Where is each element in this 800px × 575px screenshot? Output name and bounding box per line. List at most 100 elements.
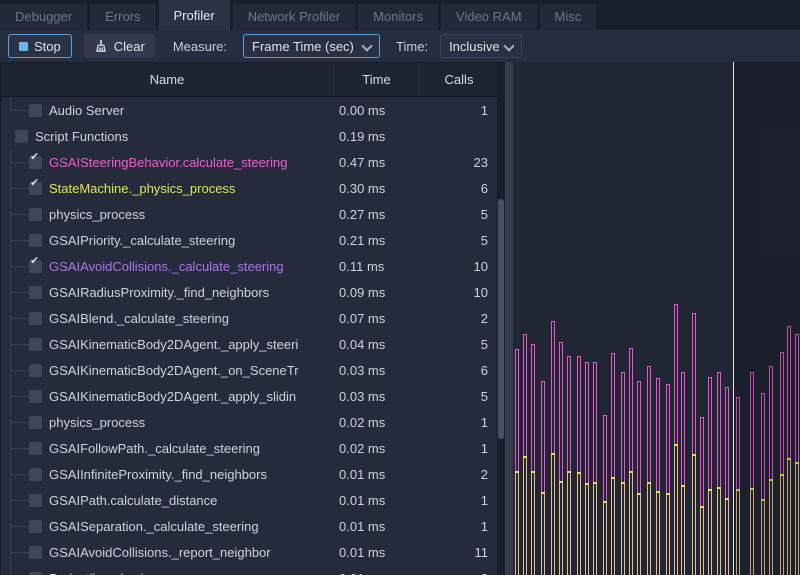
row-checkbox[interactable]	[29, 494, 42, 507]
table-row[interactable]: physics_process0.02 ms1	[1, 409, 497, 435]
tree-guide	[10, 110, 29, 111]
table-row[interactable]: GSAIInfiniteProximity._find_neighbors0.0…	[1, 461, 497, 487]
tree-guide	[10, 97, 11, 110]
table-row[interactable]: GSAIKinematicBody2DAgent._apply_steeri0.…	[1, 331, 497, 357]
row-checkbox[interactable]	[29, 182, 42, 195]
tab-misc[interactable]: Misc	[540, 4, 597, 30]
row-calls: 23	[419, 155, 497, 170]
row-calls: 10	[419, 285, 497, 300]
table-row[interactable]: GSAIKinematicBody2DAgent._on_SceneTr0.03…	[1, 357, 497, 383]
table-row[interactable]: GSAIKinematicBody2DAgent._apply_slidin0.…	[1, 383, 497, 409]
measure-dropdown[interactable]: Frame Time (sec)	[243, 34, 380, 58]
graph-bar	[656, 378, 660, 575]
row-checkbox[interactable]	[29, 338, 42, 351]
table-row[interactable]: GSAIPriority._calculate_steering0.21 ms5	[1, 227, 497, 253]
table-row[interactable]: GSAIBlend._calculate_steering0.07 ms2	[1, 305, 497, 331]
row-checkbox[interactable]	[29, 234, 42, 247]
row-checkbox[interactable]	[29, 520, 42, 533]
row-calls: 1	[419, 415, 497, 430]
row-name: Script Functions	[35, 129, 128, 144]
row-time: 0.03 ms	[333, 363, 419, 378]
row-checkbox[interactable]	[15, 130, 28, 143]
table-header: Name Time Calls	[1, 63, 497, 97]
row-checkbox[interactable]	[29, 156, 42, 169]
row-checkbox[interactable]	[29, 390, 42, 403]
panel-splitter[interactable]	[505, 62, 513, 575]
row-calls: 5	[419, 233, 497, 248]
row-checkbox[interactable]	[29, 260, 42, 273]
row-checkbox[interactable]	[29, 442, 42, 455]
time-label: Time:	[396, 39, 428, 54]
row-name: GSAIAvoidCollisions._report_neighbor	[49, 545, 271, 560]
graph-bar	[717, 372, 721, 575]
tree-guide	[10, 422, 29, 423]
header-time[interactable]: Time	[333, 63, 419, 96]
table-row[interactable]: GSAISeparation._calculate_steering0.01 m…	[1, 513, 497, 539]
tree-guide	[10, 370, 29, 371]
tree-guide	[10, 448, 29, 449]
table-row[interactable]: GSAIAvoidCollisions._report_neighbor0.01…	[1, 539, 497, 565]
table-row[interactable]: GSAIRadiusProximity._find_neighbors0.09 …	[1, 279, 497, 305]
tab-video-ram[interactable]: Video RAM	[441, 4, 537, 30]
measure-dropdown-value: Frame Time (sec)	[252, 39, 354, 54]
row-time: 0.01 ms	[333, 467, 419, 482]
header-name[interactable]: Name	[1, 63, 333, 96]
tree-guide	[10, 240, 29, 241]
tab-errors[interactable]: Errors	[90, 4, 155, 30]
row-time: 0.03 ms	[333, 389, 419, 404]
row-checkbox[interactable]	[29, 572, 42, 575]
graph-bar	[531, 344, 535, 575]
row-calls: 2	[419, 467, 497, 482]
clear-button-label: Clear	[114, 39, 145, 54]
tab-debugger[interactable]: Debugger	[0, 4, 87, 30]
time-dropdown[interactable]: Inclusive	[440, 34, 522, 58]
row-checkbox[interactable]	[29, 104, 42, 117]
row-checkbox[interactable]	[29, 364, 42, 377]
graph-bar	[725, 387, 729, 575]
vertical-scrollbar[interactable]	[498, 199, 504, 439]
graph-bar	[637, 381, 641, 575]
row-time: 0.01 ms	[333, 571, 419, 575]
row-calls: 6	[419, 181, 497, 196]
graph-bar	[577, 356, 581, 575]
row-checkbox[interactable]	[29, 286, 42, 299]
row-calls: 11	[419, 545, 497, 560]
tree-guide	[10, 318, 29, 319]
row-calls: 10	[419, 259, 497, 274]
clear-button[interactable]: Clear	[84, 34, 155, 58]
measure-label: Measure:	[173, 39, 227, 54]
tab-monitors[interactable]: Monitors	[358, 4, 438, 30]
tree-guide	[10, 344, 29, 345]
table-row[interactable]: GSAIPath.calculate_distance0.01 ms1	[1, 487, 497, 513]
table-row[interactable]: physics_process0.27 ms5	[1, 201, 497, 227]
row-name: StateMachine._physics_process	[49, 181, 235, 196]
table-row[interactable]: Script Functions0.19 ms	[1, 123, 497, 149]
row-time: 0.01 ms	[333, 493, 419, 508]
table-row[interactable]: Audio Server0.00 ms1	[1, 97, 497, 123]
row-name: GSAIKinematicBody2DAgent._apply_steeri	[49, 337, 298, 352]
stop-button[interactable]: Stop	[8, 34, 72, 58]
row-calls: 5	[419, 389, 497, 404]
table-row[interactable]: Projectile._physics_process0.01 ms2	[1, 565, 497, 575]
table-row[interactable]: GSAIFollowPath._calculate_steering0.02 m…	[1, 435, 497, 461]
graph-bar	[647, 366, 651, 575]
table-row[interactable]: GSAISteeringBehavior.calculate_steering0…	[1, 149, 497, 175]
graph-bar	[559, 342, 563, 575]
stop-button-label: Stop	[34, 39, 61, 54]
frame-graph[interactable]	[513, 62, 800, 575]
header-calls[interactable]: Calls	[419, 63, 497, 96]
tab-profiler[interactable]: Profiler	[159, 0, 230, 30]
tree-guide	[10, 162, 29, 163]
graph-bar	[621, 372, 625, 575]
table-row[interactable]: StateMachine._physics_process0.30 ms6	[1, 175, 497, 201]
graph-bar	[541, 381, 545, 575]
table-row[interactable]: GSAIAvoidCollisions._calculate_steering0…	[1, 253, 497, 279]
row-checkbox[interactable]	[29, 312, 42, 325]
row-checkbox[interactable]	[29, 208, 42, 221]
row-checkbox[interactable]	[29, 468, 42, 481]
row-checkbox[interactable]	[29, 546, 42, 559]
row-checkbox[interactable]	[29, 416, 42, 429]
graph-bar	[674, 304, 678, 575]
tab-network-profiler[interactable]: Network Profiler	[233, 4, 355, 30]
tree-guide	[10, 292, 29, 293]
